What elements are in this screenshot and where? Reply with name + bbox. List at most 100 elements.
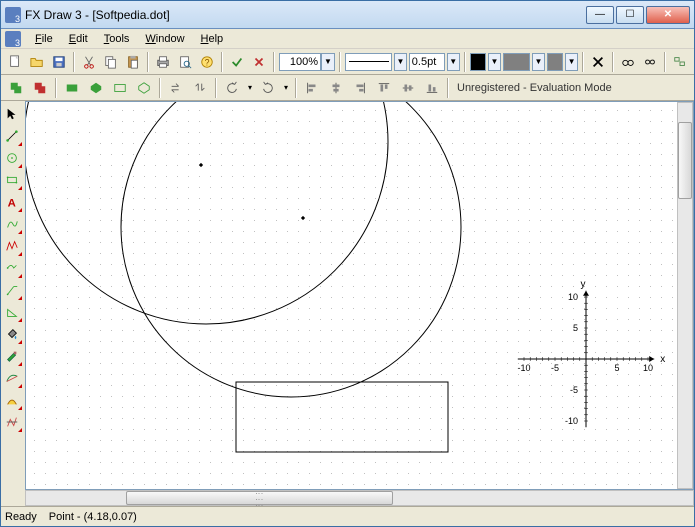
align-right-icon[interactable] <box>349 77 371 99</box>
canvas-viewport[interactable]: -10-5510-10-5510xy <box>25 101 694 490</box>
align-bottom-icon[interactable] <box>421 77 443 99</box>
menu-tools[interactable]: Tools <box>96 31 138 47</box>
vertical-scrollbar[interactable] <box>677 102 693 489</box>
redo-dropdown[interactable]: ▾ <box>281 79 291 97</box>
tool-misc[interactable] <box>1 411 23 433</box>
tool-paint[interactable] <box>1 345 23 367</box>
paste-button[interactable] <box>123 51 143 73</box>
cut-button[interactable] <box>79 51 99 73</box>
divider <box>295 78 297 98</box>
align-middle-icon[interactable] <box>397 77 419 99</box>
divider <box>73 52 75 72</box>
tool-palette: A <box>1 101 25 506</box>
statusbar: Ready Point - (4.18,0.07) <box>1 506 694 526</box>
fill-dropdown[interactable]: ▼ <box>532 53 545 71</box>
save-button[interactable] <box>49 51 69 73</box>
undo-button[interactable] <box>221 77 243 99</box>
hex-green-icon[interactable] <box>85 77 107 99</box>
svg-text:-10: -10 <box>565 416 578 426</box>
svg-text:5: 5 <box>614 363 619 373</box>
canvas-container: -10-5510-10-5510xy <box>25 101 694 506</box>
svg-text:5: 5 <box>573 323 578 333</box>
drawing-svg: -10-5510-10-5510xy <box>26 102 693 489</box>
view-rects-button[interactable] <box>670 51 690 73</box>
rect-green-icon[interactable] <box>61 77 83 99</box>
preview-button[interactable] <box>175 51 195 73</box>
app-icon <box>5 7 21 23</box>
help-button[interactable]: ? <box>197 51 217 73</box>
copy-button[interactable] <box>101 51 121 73</box>
svg-text:y: y <box>581 279 586 290</box>
linewidth-dropdown[interactable]: ▼ <box>447 53 460 71</box>
tool-spline[interactable] <box>1 213 23 235</box>
linewidth-input[interactable] <box>409 53 445 71</box>
horizontal-scrollbar[interactable] <box>25 490 694 506</box>
linestyle-dropdown[interactable]: ▼ <box>394 53 407 71</box>
divider <box>159 78 161 98</box>
tool-curve[interactable] <box>1 367 23 389</box>
ok-button[interactable] <box>227 51 247 73</box>
svg-text:A: A <box>8 197 16 209</box>
divider <box>221 52 223 72</box>
workspace: A -10-5510-10-5510xy <box>1 101 694 506</box>
tool-fill[interactable] <box>1 323 23 345</box>
tool-circle[interactable] <box>1 147 23 169</box>
maximize-button[interactable]: ☐ <box>616 6 644 24</box>
infinity-icon[interactable] <box>640 51 660 73</box>
divider <box>339 52 341 72</box>
rect-outline-icon[interactable] <box>109 77 131 99</box>
divider <box>215 78 217 98</box>
layer-red-icon[interactable] <box>29 77 51 99</box>
delete-x-button[interactable] <box>588 51 608 73</box>
open-button[interactable] <box>27 51 47 73</box>
tool-text[interactable]: A <box>1 191 23 213</box>
registration-status: Unregistered - Evaluation Mode <box>453 82 612 94</box>
tool-shape[interactable] <box>1 389 23 411</box>
zoom-input[interactable] <box>279 53 321 71</box>
tool-line[interactable] <box>1 125 23 147</box>
hatch-dropdown[interactable]: ▼ <box>565 53 578 71</box>
hex-outline-icon[interactable] <box>133 77 155 99</box>
align-center-icon[interactable] <box>325 77 347 99</box>
swap-v-icon[interactable] <box>189 77 211 99</box>
divider <box>147 52 149 72</box>
tool-freehand[interactable] <box>1 257 23 279</box>
tool-select[interactable] <box>1 103 23 125</box>
svg-text:10: 10 <box>568 292 578 302</box>
swap-h-icon[interactable] <box>165 77 187 99</box>
zoom-dropdown[interactable]: ▼ <box>321 53 335 71</box>
menu-window[interactable]: Window <box>137 31 192 47</box>
canvas[interactable]: -10-5510-10-5510xy <box>26 102 693 489</box>
align-top-icon[interactable] <box>373 77 395 99</box>
linewidth-box[interactable] <box>409 52 445 71</box>
layer-green-icon[interactable] <box>5 77 27 99</box>
fill-swatch[interactable] <box>503 53 530 71</box>
print-button[interactable] <box>153 51 173 73</box>
linestyle-preview[interactable] <box>345 53 392 71</box>
menu-file[interactable]: File <box>27 31 61 47</box>
tool-polyline[interactable] <box>1 235 23 257</box>
svg-text:x: x <box>660 354 665 365</box>
window-buttons: — ☐ ✕ <box>586 6 690 24</box>
minimize-button[interactable]: — <box>586 6 614 24</box>
hatch-swatch[interactable] <box>547 53 563 71</box>
align-left-icon[interactable] <box>301 77 323 99</box>
zoom-combo[interactable]: ▼ <box>279 52 335 72</box>
stroke-dropdown[interactable]: ▼ <box>488 53 501 71</box>
glasses-icon[interactable] <box>618 51 638 73</box>
menubar: File Edit Tools Window Help <box>1 29 694 49</box>
tool-dimension[interactable] <box>1 279 23 301</box>
tool-angle[interactable] <box>1 301 23 323</box>
menu-edit[interactable]: Edit <box>61 31 96 47</box>
tool-rect[interactable] <box>1 169 23 191</box>
menu-help[interactable]: Help <box>193 31 232 47</box>
stroke-swatch[interactable] <box>470 53 486 71</box>
redo-button[interactable] <box>257 77 279 99</box>
undo-dropdown[interactable]: ▾ <box>245 79 255 97</box>
close-button[interactable]: ✕ <box>646 6 690 24</box>
doc-icon <box>5 31 21 47</box>
new-button[interactable] <box>5 51 25 73</box>
toolbar-main: ? ▼ ▼ ▼ ▼ ▼ ▼ <box>1 49 694 75</box>
cancel-icon-button[interactable] <box>249 51 269 73</box>
divider <box>273 52 275 72</box>
